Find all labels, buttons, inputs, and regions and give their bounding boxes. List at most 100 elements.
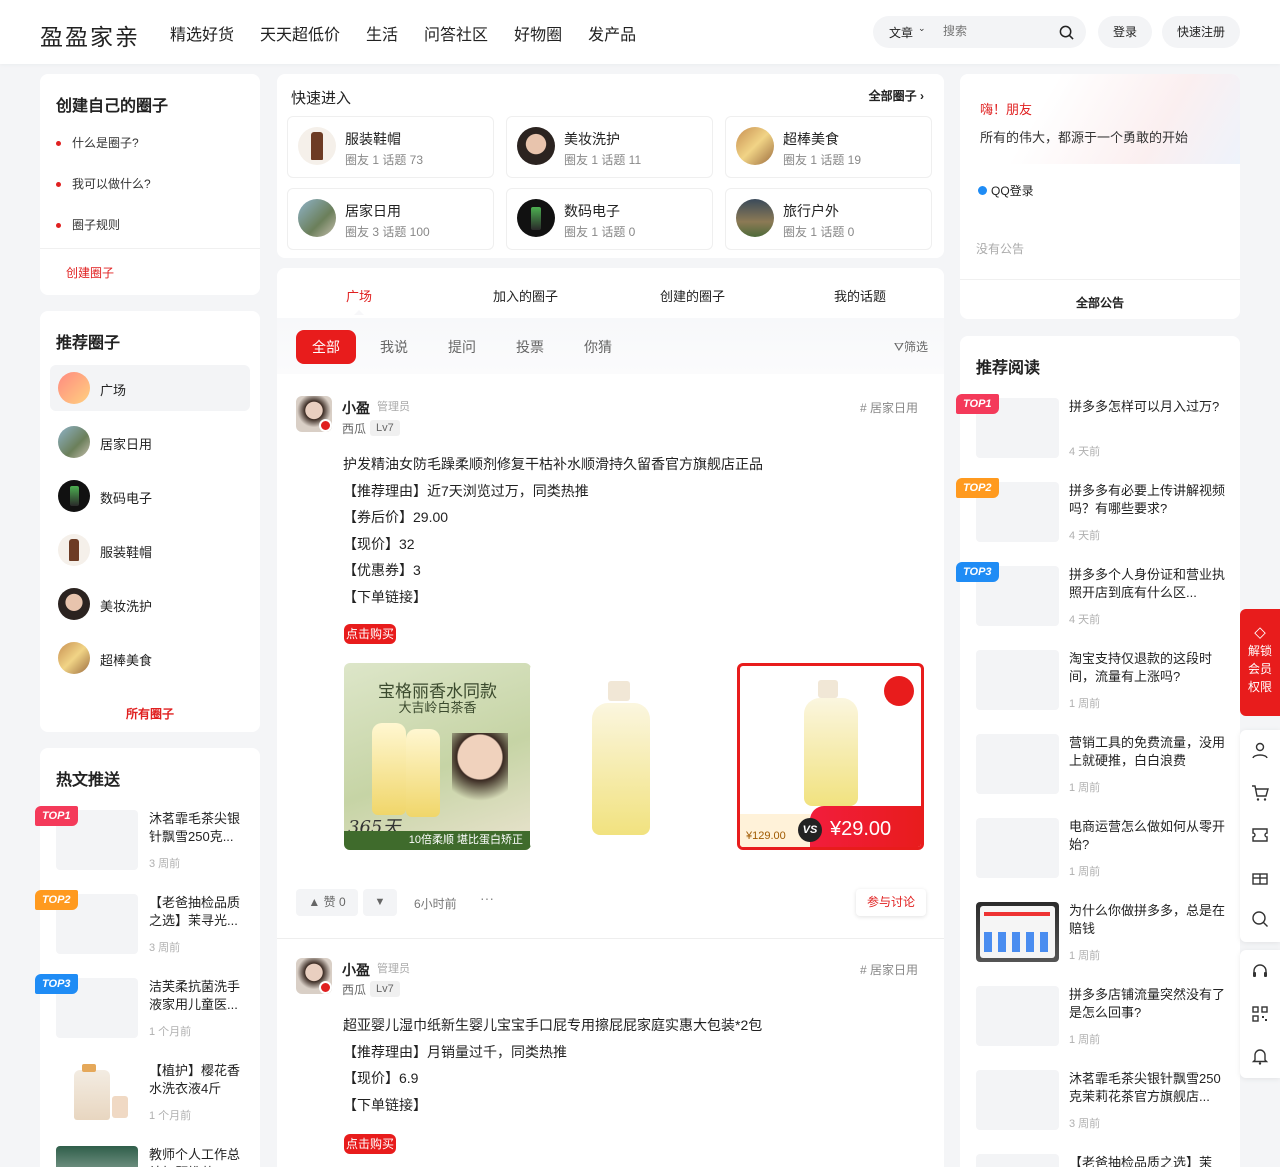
article-title[interactable]: 教师个人工作总结标题推荐... bbox=[149, 1146, 249, 1167]
hot-article-item[interactable]: TOP1 沐茗霏毛茶尖银针飘雪250克... 3 周前 bbox=[35, 806, 249, 872]
filter-ask[interactable]: 提问 bbox=[448, 330, 476, 364]
circle-entry-household[interactable]: 居家日用 圈友 3 话题 100 bbox=[287, 188, 494, 250]
reading-item[interactable]: 电商运营怎么做如何从零开始? 1 周前 bbox=[976, 818, 1226, 880]
article-title[interactable]: 拼多多怎样可以月入过万? bbox=[1069, 398, 1225, 434]
filter-button[interactable]: ⛛筛选 bbox=[894, 338, 928, 355]
article-title[interactable]: 拼多多个人身份证和营业执照开店到底有什么区... bbox=[1069, 566, 1225, 602]
author-name[interactable]: 小盈 bbox=[342, 398, 370, 418]
create-circle-link[interactable]: 创建圈子 bbox=[66, 264, 114, 281]
reading-item[interactable]: TOP2 拼多多有必要上传讲解视频吗？有哪些要求? 4 天前 bbox=[956, 478, 1226, 544]
product-image[interactable]: ¥129.00 ¥29.00 VS bbox=[737, 663, 924, 850]
article-title[interactable]: 拼多多有必要上传讲解视频吗？有哪些要求? bbox=[1069, 482, 1225, 518]
article-title[interactable]: 电商运营怎么做如何从零开始? bbox=[1069, 818, 1225, 854]
circle-item-clothing[interactable]: 服装鞋帽 bbox=[50, 527, 250, 573]
headset-icon[interactable] bbox=[1251, 962, 1269, 980]
hot-article-item[interactable]: TOP3 洁芙柔抗菌洗手液家用儿童医... 1 个月前 bbox=[35, 974, 249, 1040]
circle-entry-beauty[interactable]: 美妆洗护 圈友 1 话题 11 bbox=[506, 116, 713, 178]
qq-login-button[interactable]: QQ登录 bbox=[978, 182, 1034, 199]
circle-tag[interactable]: # 居家日用 bbox=[860, 961, 918, 978]
ticket-icon[interactable] bbox=[1251, 826, 1269, 844]
article-title[interactable]: 营销工具的免费流量，没用上就硬推，白白浪费 bbox=[1069, 734, 1225, 770]
article-title[interactable]: 【老爸抽检品质之选】茉 bbox=[1069, 1154, 1225, 1167]
like-button[interactable]: ▲ 赞 0 bbox=[296, 889, 358, 916]
user-icon[interactable] bbox=[1251, 741, 1269, 759]
more-icon[interactable]: ··· bbox=[480, 890, 494, 906]
reading-item[interactable]: 营销工具的免费流量，没用上就硬推，白白浪费 1 周前 bbox=[976, 734, 1226, 796]
article-title[interactable]: 【植护】樱花香水洗衣液4斤 bbox=[149, 1062, 249, 1098]
buy-button[interactable]: 点击购买 bbox=[344, 1134, 397, 1154]
search-input[interactable] bbox=[943, 24, 1053, 38]
article-title[interactable]: 沐茗霏毛茶尖银针飘雪250克茉莉花茶官方旗舰店... bbox=[1069, 1070, 1225, 1106]
filter-all[interactable]: 全部 bbox=[296, 330, 356, 364]
join-discussion-button[interactable]: 参与讨论 bbox=[856, 889, 926, 916]
reading-item[interactable]: TOP3 拼多多个人身份证和营业执照开店到底有什么区... 4 天前 bbox=[956, 562, 1226, 628]
hot-article-item[interactable]: 【植护】樱花香水洗衣液4斤 1 个月前 bbox=[56, 1062, 246, 1124]
filter-say[interactable]: 我说 bbox=[380, 330, 408, 364]
gift-icon[interactable] bbox=[1251, 868, 1269, 886]
all-circles-link[interactable]: 全部圈子 › bbox=[869, 87, 924, 104]
bell-icon[interactable] bbox=[1251, 1047, 1269, 1065]
tab-plaza[interactable]: 广场 bbox=[346, 286, 372, 305]
nav-item-publish-product[interactable]: 发产品 bbox=[588, 21, 636, 45]
nav-item-daily-low-price[interactable]: 天天超低价 bbox=[260, 21, 340, 45]
circle-item-plaza[interactable]: 广场 bbox=[50, 365, 250, 411]
filter-guess[interactable]: 你猜 bbox=[584, 330, 612, 364]
tab-joined-circles[interactable]: 加入的圈子 bbox=[493, 286, 558, 305]
article-title[interactable]: 为什么你做拼多多，总是在赔钱 bbox=[1069, 902, 1225, 938]
faq-what-can-i-do[interactable]: 我可以做什么? bbox=[56, 175, 151, 192]
article-title[interactable]: 【老爸抽检品质之选】茉寻光... bbox=[149, 894, 249, 930]
nav-item-qa-community[interactable]: 问答社区 bbox=[424, 21, 488, 45]
all-notices-link[interactable]: 全部公告 bbox=[960, 294, 1240, 311]
circle-entry-food[interactable]: 超棒美食 圈友 1 话题 19 bbox=[725, 116, 932, 178]
hot-article-item[interactable]: TOP2 【老爸抽检品质之选】茉寻光... 3 周前 bbox=[35, 890, 249, 956]
all-circles-link[interactable]: 所有圈子 bbox=[40, 705, 260, 722]
register-button[interactable]: 快速注册 bbox=[1162, 16, 1240, 48]
reading-item[interactable]: 沐茗霏毛茶尖银针飘雪250克茉莉花茶官方旗舰店... 3 周前 bbox=[976, 1070, 1226, 1132]
article-time: 3 周前 bbox=[149, 858, 181, 870]
hot-article-item[interactable]: 教师个人工作总结标题推荐... bbox=[56, 1146, 246, 1167]
search-icon[interactable] bbox=[1059, 25, 1074, 40]
unlock-vip-button[interactable]: ◇ 解锁 会员 权限 bbox=[1240, 609, 1280, 716]
circle-item-household[interactable]: 居家日用 bbox=[50, 419, 250, 465]
search-type-select[interactable]: 文章 bbox=[889, 24, 913, 41]
reading-item[interactable]: 淘宝支持仅退款的这段时间，流量有上涨吗? 1 周前 bbox=[976, 650, 1226, 712]
login-button[interactable]: 登录 bbox=[1098, 16, 1152, 48]
circle-entry-digital[interactable]: 数码电子 圈友 1 话题 0 bbox=[506, 188, 713, 250]
dislike-button[interactable]: ▼ bbox=[363, 889, 397, 916]
cart-icon[interactable] bbox=[1251, 784, 1269, 802]
article-title[interactable]: 拼多多店铺流量突然没有了是怎么回事? bbox=[1069, 986, 1225, 1022]
nav-item-selected-goods[interactable]: 精选好货 bbox=[170, 21, 234, 45]
circle-item-food[interactable]: 超棒美食 bbox=[50, 635, 250, 681]
circle-name: 超棒美食 bbox=[783, 131, 839, 147]
circle-entry-clothing[interactable]: 服装鞋帽 圈友 1 话题 73 bbox=[287, 116, 494, 178]
faq-what-is-circle[interactable]: 什么是圈子? bbox=[56, 134, 139, 151]
search-icon[interactable] bbox=[1251, 910, 1269, 928]
faq-circle-rules[interactable]: 圈子规则 bbox=[56, 216, 120, 233]
buy-button[interactable]: 点击购买 bbox=[344, 624, 397, 644]
qrcode-icon[interactable] bbox=[1251, 1005, 1269, 1023]
vip-label: 解锁 bbox=[1247, 644, 1272, 658]
nav-item-good-things[interactable]: 好物圈 bbox=[514, 21, 562, 45]
nav-item-life[interactable]: 生活 bbox=[366, 21, 398, 45]
circle-item-beauty[interactable]: 美妆洗护 bbox=[50, 581, 250, 627]
circle-entry-travel[interactable]: 旅行户外 圈友 1 话题 0 bbox=[725, 188, 932, 250]
chevron-down-icon[interactable]: ⌄ bbox=[918, 23, 926, 34]
reading-item[interactable]: 拼多多店铺流量突然没有了是怎么回事? 1 周前 bbox=[976, 986, 1226, 1048]
tab-my-topics[interactable]: 我的话题 bbox=[834, 286, 886, 305]
filter-vote[interactable]: 投票 bbox=[516, 330, 544, 364]
article-title[interactable]: 洁芙柔抗菌洗手液家用儿童医... bbox=[149, 978, 249, 1014]
article-title[interactable]: 沐茗霏毛茶尖银针飘雪250克... bbox=[149, 810, 249, 846]
product-image[interactable] bbox=[530, 663, 717, 850]
feed-post: 小盈 管理员 西瓜 Lv7 # 居家日用 超亚婴儿湿巾纸新生婴儿宝宝手口屁专用擦… bbox=[277, 938, 944, 1167]
author-name[interactable]: 小盈 bbox=[342, 960, 370, 980]
circle-item-digital[interactable]: 数码电子 bbox=[50, 473, 250, 519]
circle-tag[interactable]: # 居家日用 bbox=[860, 399, 918, 416]
reading-item[interactable]: 【老爸抽检品质之选】茉 bbox=[976, 1154, 1226, 1167]
reading-item[interactable]: 为什么你做拼多多，总是在赔钱 1 周前 bbox=[976, 902, 1226, 964]
article-time: 1 周前 bbox=[1069, 866, 1101, 878]
reading-item[interactable]: TOP1 拼多多怎样可以月入过万? 4 天前 bbox=[956, 394, 1226, 460]
tab-created-circles[interactable]: 创建的圈子 bbox=[660, 286, 725, 305]
site-logo[interactable]: 盈盈家亲 bbox=[40, 18, 140, 52]
product-image[interactable]: 宝格丽香水同款 大吉岭白茶香 365天 10倍柔顺 堪比蛋白矫正 bbox=[344, 663, 531, 850]
article-title[interactable]: 淘宝支持仅退款的这段时间，流量有上涨吗? bbox=[1069, 650, 1225, 686]
